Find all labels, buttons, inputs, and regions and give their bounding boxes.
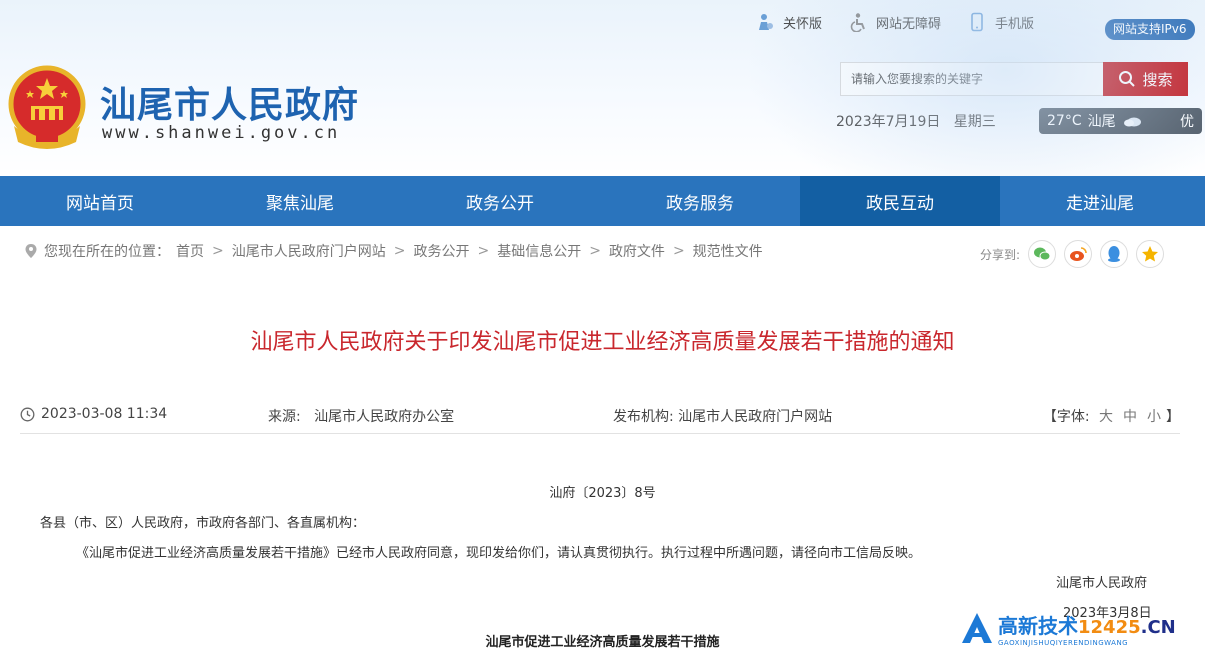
nav-government-services[interactable]: 政务服务 (600, 176, 800, 226)
accessibility-icon (850, 13, 865, 32)
qq-icon (1108, 246, 1121, 262)
weather-city: 汕尾 (1087, 114, 1116, 130)
search-icon (1119, 71, 1136, 87)
watermark-text: 高新技术 12425 .CN GAOXINJISHUQIYERENDINGWANG (998, 610, 1176, 647)
search-button-label: 搜索 (1142, 70, 1173, 89)
breadcrumb: 您现在所在的位置： 首页 > 汕尾市人民政府门户网站 > 政务公开 > 基础信息… (24, 240, 763, 262)
share-qq-button[interactable] (1100, 240, 1129, 268)
source-value: 汕尾市人民政府办公室 (314, 409, 455, 425)
national-emblem-icon (8, 65, 86, 149)
watermark-main-text: 高新技术 (998, 613, 1078, 638)
cloudy-weather-icon (1123, 117, 1141, 127)
search-input[interactable] (840, 62, 1104, 96)
article-source: 来源: 汕尾市人民政府办公室 (268, 406, 454, 426)
elderly-care-icon (759, 14, 773, 30)
share-wechat-button[interactable] (1028, 240, 1057, 268)
wechat-icon (1034, 247, 1051, 261)
breadcrumb-separator: > (477, 243, 490, 259)
weekday-value: 星期三 (953, 114, 996, 130)
site-url[interactable]: www.shanwei.gov.cn (102, 123, 340, 143)
breadcrumb-basic-info[interactable]: 基础信息公开 (497, 241, 581, 261)
article-addressee: 各县（市、区）人民政府，市政府各部门、各直属机构： (40, 516, 366, 531)
search-button[interactable]: 搜索 (1103, 62, 1188, 96)
font-size-small[interactable]: 小 (1147, 409, 1161, 425)
mobile-phone-icon (971, 12, 983, 32)
publish-time: 2023-03-08 11:34 (20, 406, 167, 422)
publisher-label: 发布机构: (613, 409, 674, 425)
breadcrumb-separator: > (212, 243, 224, 259)
breadcrumb-normative-docs[interactable]: 规范性文件 (693, 241, 763, 261)
font-size-medium[interactable]: 中 (1123, 409, 1137, 425)
watermark-domain: .CN (1140, 616, 1176, 638)
share-weibo-button[interactable] (1064, 240, 1093, 268)
accessibility-label: 网站无障碍 (876, 16, 942, 32)
document-number: 汕府〔2023〕8号 (549, 486, 656, 501)
article-meta: 2023-03-08 11:34 来源: 汕尾市人民政府办公室 发布机构: 汕尾… (20, 404, 1180, 434)
mobile-version-link[interactable]: 手机版 (967, 12, 1034, 32)
publish-time-value: 2023-03-08 11:34 (41, 406, 168, 422)
main-nav: 网站首页 聚焦汕尾 政务公开 政务服务 政民互动 走进汕尾 (0, 176, 1205, 226)
ipv6-badge: 网站支持IPv6 (1105, 19, 1195, 40)
share-bar: 分享到: (980, 240, 1165, 268)
share-label: 分享到: (980, 247, 1021, 262)
share-qzone-button[interactable] (1136, 240, 1165, 268)
nav-about-shanwei[interactable]: 走进汕尾 (1000, 176, 1200, 226)
font-size-label-open: 【字体: (1042, 409, 1090, 425)
breadcrumb-portal[interactable]: 汕尾市人民政府门户网站 (232, 241, 386, 261)
site-header: 汕尾市人民政府 www.shanwei.gov.cn 关怀版 网站无障碍 手机版… (0, 0, 1205, 176)
care-version-link[interactable]: 关怀版 (755, 12, 822, 32)
top-links: 关怀版 网站无障碍 手机版 (755, 10, 1034, 34)
temperature: 27°C (1047, 113, 1082, 129)
location-pin-icon (25, 244, 37, 258)
mobile-version-label: 手机版 (995, 16, 1035, 32)
care-version-label: 关怀版 (783, 16, 823, 32)
breadcrumb-home[interactable]: 首页 (176, 241, 204, 261)
breadcrumb-separator: > (672, 243, 685, 259)
qzone-icon (1142, 246, 1159, 262)
watermark-sub: GAOXINJISHUQIYERENDINGWANG (998, 638, 1129, 647)
air-quality: 优 (1180, 114, 1194, 130)
breadcrumb-affairs-open[interactable]: 政务公开 (413, 241, 469, 261)
publisher-value: 汕尾市人民政府门户网站 (678, 409, 833, 425)
breadcrumb-prefix: 您现在所在的位置： (44, 244, 170, 260)
weather-widget[interactable]: 27°C 汕尾 优 (1039, 108, 1202, 134)
source-label: 来源: (268, 409, 301, 425)
signature-org: 汕尾市人民政府 (1056, 576, 1148, 591)
font-size-switcher: 【字体: 大中小】 (1043, 406, 1180, 426)
clock-icon (20, 407, 35, 421)
nav-home[interactable]: 网站首页 (0, 176, 200, 226)
current-date: 2023年7月19日 星期三 (836, 111, 996, 131)
watermark-number: 12425 (1078, 616, 1141, 638)
watermark-logo: 高新技术 12425 .CN GAOXINJISHUQIYERENDINGWANG (960, 604, 1205, 652)
breadcrumb-separator: > (589, 243, 601, 259)
breadcrumb-separator: > (393, 243, 406, 259)
weibo-icon (1070, 247, 1087, 261)
nav-public-interaction[interactable]: 政民互动 (800, 176, 1000, 226)
article-body: 《汕尾市促进工业经济高质量发展若干措施》已经市人民政府同意，现印发给你们，请认真… (76, 546, 922, 561)
article-publisher: 发布机构: 汕尾市人民政府门户网站 (613, 406, 832, 426)
font-size-large[interactable]: 大 (1099, 409, 1113, 425)
nav-focus-shanwei[interactable]: 聚焦汕尾 (200, 176, 400, 226)
date-value: 2023年7月19日 (836, 114, 941, 130)
breadcrumb-gov-docs[interactable]: 政府文件 (609, 241, 665, 261)
article-title: 汕尾市人民政府关于印发汕尾市促进工业经济高质量发展若干措施的通知 (250, 330, 955, 355)
site-title[interactable]: 汕尾市人民政府 (100, 76, 359, 128)
font-size-label-close: 】 (1166, 409, 1180, 425)
watermark-main: 高新技术 12425 .CN (998, 610, 1176, 639)
accessibility-link[interactable]: 网站无障碍 (848, 12, 941, 32)
watermark-a-icon (962, 613, 992, 643)
nav-government-affairs-open[interactable]: 政务公开 (400, 176, 600, 226)
